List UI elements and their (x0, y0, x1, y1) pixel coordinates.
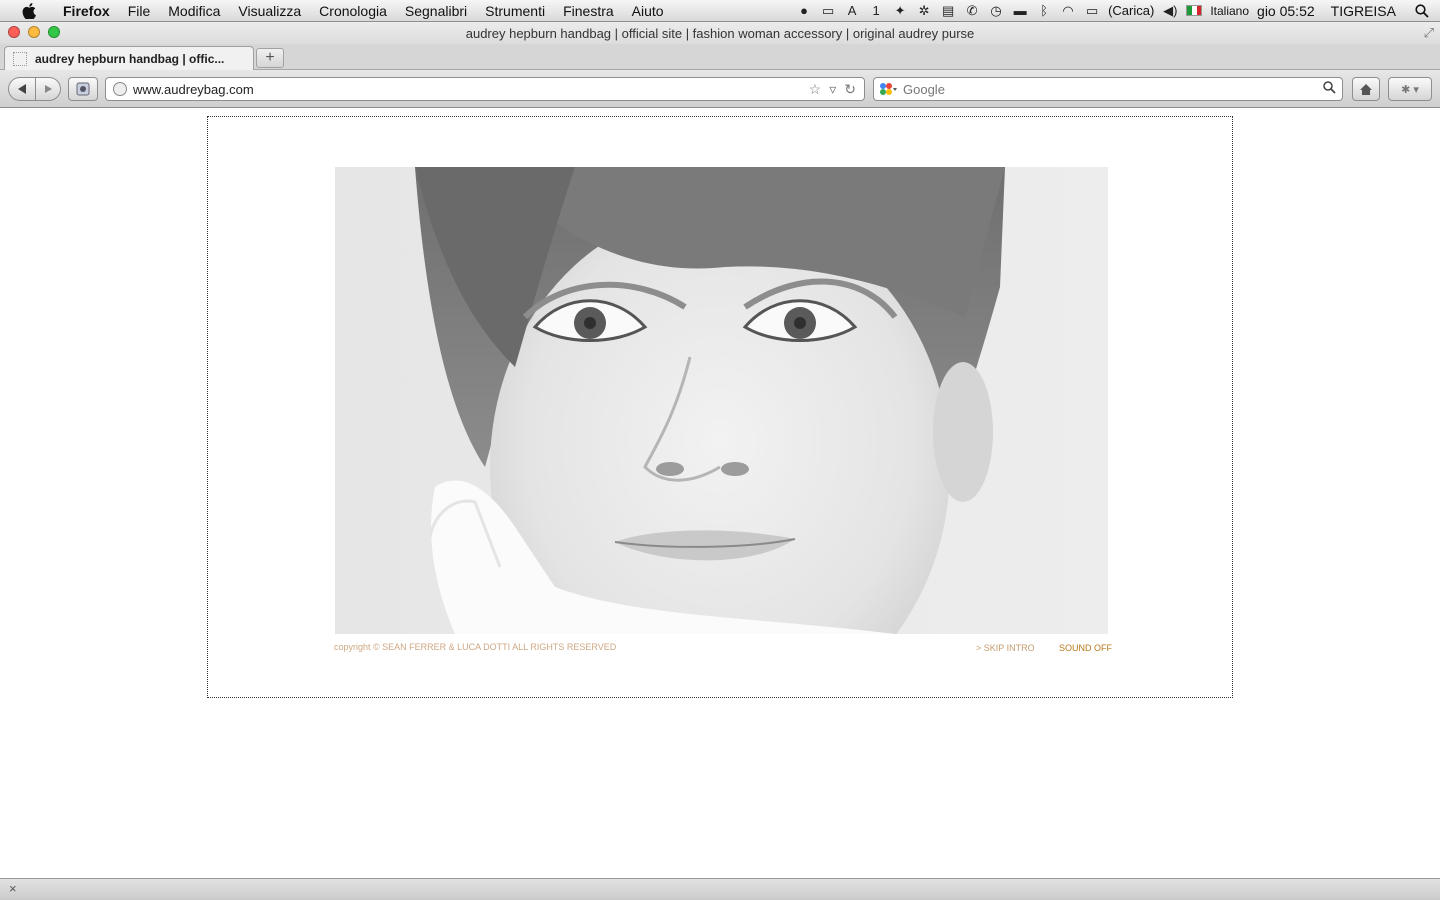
input-language[interactable]: Italiano (1210, 4, 1249, 18)
home-button[interactable] (1352, 77, 1380, 101)
fullscreen-icon[interactable]: ⤢ (1424, 25, 1434, 41)
tools-icon[interactable]: ✲ (916, 3, 932, 19)
back-button[interactable] (8, 77, 36, 101)
clipboard-icon[interactable]: ▤ (940, 3, 956, 19)
spotlight-search-icon[interactable] (1414, 3, 1430, 19)
default-favicon-icon (13, 51, 27, 66)
time-machine-icon[interactable]: ◷ (988, 3, 1004, 19)
search-placeholder[interactable]: Google (903, 82, 1323, 97)
star-icon[interactable]: ☆ (809, 81, 822, 98)
minimize-window-button[interactable] (28, 26, 40, 38)
camera-icon[interactable]: ▭ (820, 3, 836, 19)
navigation-toolbar: www.audreybag.com ☆ ▿ ↻ Google ✱ ▾ (0, 70, 1440, 108)
forward-arrow-icon (45, 85, 52, 93)
audrey-hepburn-portrait[interactable] (335, 167, 1108, 634)
notification-count: 1 (872, 3, 880, 18)
copyright-notice: copyright © SEAN FERRER & LUCA DOTTI ALL… (334, 642, 617, 652)
user-name[interactable]: TIGREISA (1331, 3, 1396, 19)
menu-cronologia[interactable]: Cronologia (310, 3, 396, 19)
zoom-window-button[interactable] (48, 26, 60, 38)
addon-button[interactable] (68, 77, 98, 101)
macos-menu-bar: Firefox File Modifica Visualizza Cronolo… (0, 0, 1440, 22)
menu-finestra[interactable]: Finestra (554, 3, 623, 19)
battery-status-text: (Carica) (1108, 3, 1155, 18)
new-tab-button[interactable]: + (256, 48, 284, 68)
back-arrow-icon (18, 84, 26, 94)
menu-file[interactable]: File (119, 3, 160, 19)
window-title-bar: audrey hepburn handbag | official site |… (0, 22, 1440, 44)
addon-bar: × (0, 878, 1440, 900)
globe-icon[interactable] (113, 82, 127, 96)
intro-frame: copyright © SEAN FERRER & LUCA DOTTI ALL… (207, 116, 1233, 698)
reload-icon[interactable]: ↻ (844, 81, 856, 98)
italian-flag-icon[interactable] (1186, 5, 1203, 16)
page-viewport: copyright © SEAN FERRER & LUCA DOTTI ALL… (0, 109, 1440, 878)
battery-icon[interactable]: ▭ (1084, 3, 1100, 19)
adobe-notification-icon[interactable]: A (844, 3, 860, 19)
menu-visualizza[interactable]: Visualizza (229, 3, 310, 19)
menu-app-firefox[interactable]: Firefox (54, 3, 119, 19)
dropbox-icon[interactable]: ✦ (892, 3, 908, 19)
menu-segnalibri[interactable]: Segnalibri (396, 3, 476, 19)
bluetooth-icon[interactable]: ᛒ (1036, 3, 1052, 19)
forward-button[interactable] (35, 77, 61, 101)
wifi-icon[interactable]: ◠ (1060, 3, 1076, 19)
evernote-icon[interactable]: ● (796, 3, 812, 19)
search-bar[interactable]: Google (873, 77, 1343, 101)
window-title: audrey hepburn handbag | official site |… (465, 25, 975, 41)
apple-logo-icon[interactable] (18, 2, 40, 19)
tab-label: audrey hepburn handbag | offic... (35, 51, 225, 66)
close-window-button[interactable] (8, 26, 20, 38)
skip-intro-link[interactable]: > SKIP INTRO (976, 643, 1035, 653)
display-icon[interactable]: ▬ (1012, 3, 1028, 19)
menu-aiuto[interactable]: Aiuto (623, 3, 673, 19)
menu-clock[interactable]: gio 05:52 (1257, 3, 1315, 19)
close-addon-bar-icon[interactable]: × (9, 881, 17, 896)
magnifier-icon[interactable] (1323, 81, 1342, 97)
phone-icon[interactable]: ✆ (964, 3, 980, 19)
menu-bar-status-area: ● ▭ A 1 ✦ ✲ ▤ ✆ ◷ ▬ ᛒ ◠ ▭ (Carica) ◀) It… (796, 3, 1440, 19)
google-engine-icon[interactable] (879, 82, 897, 96)
addon-toolbar-button[interactable]: ✱ ▾ (1388, 77, 1432, 101)
url-text[interactable]: www.audreybag.com (133, 82, 809, 97)
menu-strumenti[interactable]: Strumenti (476, 3, 554, 19)
volume-icon[interactable]: ◀) (1162, 3, 1178, 19)
history-dropdown-icon[interactable]: ▿ (829, 81, 836, 98)
home-icon (1360, 83, 1372, 95)
tab-strip: audrey hepburn handbag | offic... + (0, 44, 1440, 70)
sound-off-link[interactable]: SOUND OFF (1059, 643, 1112, 653)
menu-modifica[interactable]: Modifica (159, 3, 229, 19)
addon-icon (76, 82, 90, 96)
puzzle-icon: ✱ ▾ (1401, 83, 1419, 96)
url-bar[interactable]: www.audreybag.com ☆ ▿ ↻ (105, 77, 865, 101)
tab-active[interactable]: audrey hepburn handbag | offic... (4, 46, 254, 70)
window-controls (8, 26, 60, 38)
